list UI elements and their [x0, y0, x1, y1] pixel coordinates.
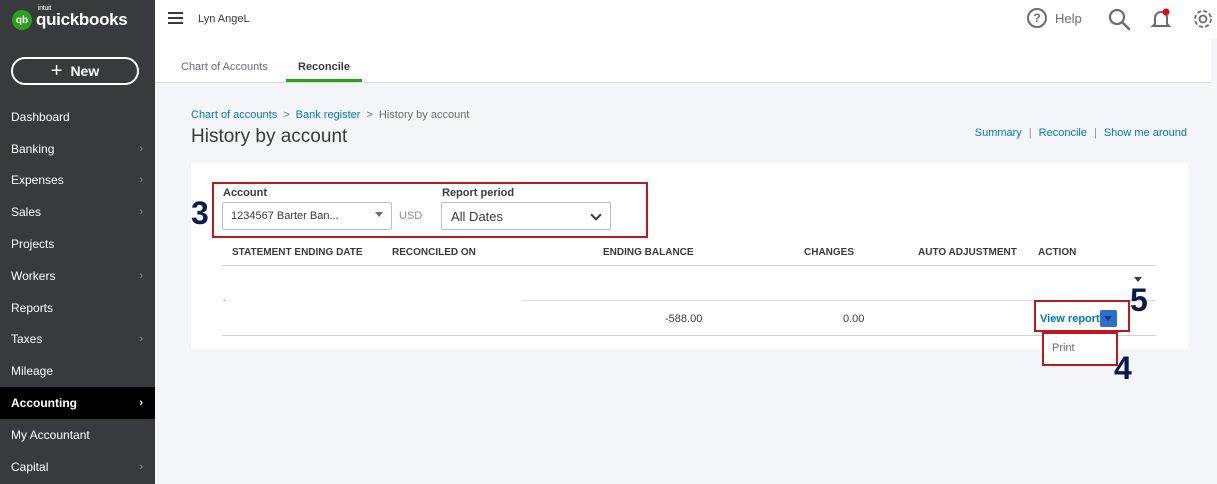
hamburger-menu-icon[interactable] [168, 12, 183, 24]
help-circle-icon: ? [1027, 8, 1047, 28]
chevron-right-icon: › [139, 397, 143, 410]
tab-chart-of-accounts[interactable]: Chart of Accounts [181, 61, 268, 73]
chevron-right-icon: › [139, 174, 143, 187]
sidebar-item-accounting[interactable]: Accounting › [0, 387, 155, 419]
breadcrumb-separator: > [366, 109, 373, 121]
sidebar-item-label: Projects [11, 237, 55, 252]
col-auto-adjustment[interactable]: AUTO ADJUSTMENT [918, 247, 1017, 258]
notification-dot [1162, 8, 1170, 16]
sidebar-item-label: Expenses [11, 173, 64, 188]
annotation-number-4: 4 [1114, 350, 1132, 386]
sidebar-item-banking[interactable]: Banking › [0, 133, 155, 165]
new-button-label: New [70, 63, 100, 79]
plus-icon: + [50, 60, 63, 82]
logo-text: intuit quickbooks [36, 5, 128, 30]
sidebar-item-my-accountant[interactable]: My Accountant [0, 419, 155, 451]
tab-bar: Chart of Accounts Reconcile [155, 38, 1211, 83]
col-changes[interactable]: CHANGES [804, 247, 854, 258]
sidebar-item-label: Dashboard [11, 109, 70, 124]
sidebar-item-label: Banking [11, 141, 55, 156]
notification-bell-icon[interactable] [1149, 7, 1173, 31]
annotation-box-filters [212, 182, 648, 238]
logo-intuit-text: intuit [38, 5, 51, 12]
link-divider: | [1028, 127, 1032, 139]
sidebar-item-label: Capital [11, 459, 49, 474]
table-header: STATEMENT ENDING DATE RECONCILED ON ENDI… [222, 246, 1156, 266]
breadcrumb-current: History by account [378, 109, 470, 121]
chevron-right-icon: › [139, 142, 143, 155]
sidebar-item-label: Mileage [11, 364, 54, 379]
sidebar-item-label: Sales [11, 205, 42, 220]
row-divider [222, 335, 1156, 336]
new-button[interactable]: + New [11, 57, 139, 85]
chevron-right-icon: › [139, 206, 143, 219]
annotation-box-view-report [1034, 300, 1130, 332]
logo-wordmark: quickbooks [36, 10, 128, 29]
sidebar-item-projects[interactable]: Projects [0, 228, 155, 260]
changes-cell: 0.00 [843, 313, 865, 325]
sidebar-item-taxes[interactable]: Taxes › [0, 324, 155, 356]
gear-icon[interactable] [1191, 7, 1215, 31]
header-links: Summary | Reconcile | Show me around [975, 127, 1187, 139]
summary-link[interactable]: Summary [975, 127, 1022, 139]
quickbooks-logo[interactable]: qb intuit quickbooks [12, 5, 128, 32]
annotation-number-3: 3 [191, 195, 209, 231]
active-tab-indicator [286, 79, 362, 82]
breadcrumb-bank-register[interactable]: Bank register [296, 109, 361, 121]
sidebar-item-sales[interactable]: Sales › [0, 196, 155, 228]
annotation-number-5: 5 [1130, 282, 1148, 318]
sidebar-item-capital[interactable]: Capital › [0, 451, 155, 483]
breadcrumb-chart-of-accounts[interactable]: Chart of accounts [191, 109, 277, 121]
breadcrumb: Chart of accounts > Bank register > History … [191, 109, 469, 121]
sidebar-item-label: My Accountant [11, 427, 90, 442]
tab-reconcile[interactable]: Reconcile [298, 61, 350, 73]
sidebar-item-mileage[interactable]: Mileage [0, 355, 155, 387]
sidebar-item-label: Workers [11, 268, 56, 283]
col-action: ACTION [1038, 247, 1077, 258]
sidebar-item-dashboard[interactable]: Dashboard [0, 101, 155, 133]
top-bar: Lyn AngeL ? Help [155, 0, 1217, 38]
col-statement-ending-date[interactable]: STATEMENT ENDING DATE [232, 247, 363, 258]
sidebar-item-workers[interactable]: Workers › [0, 260, 155, 292]
sidebar: qb intuit quickbooks + New Dashboard Ban… [0, 0, 155, 484]
page-title: History by account [191, 126, 348, 147]
sidebar-item-label: Accounting [11, 396, 77, 411]
link-divider: | [1093, 127, 1097, 139]
statement-date-cell: - [223, 295, 226, 305]
ending-balance-cell: -588.00 [665, 313, 703, 325]
company-name: Lyn AngeL [198, 13, 250, 25]
help-button[interactable]: ? Help [1027, 8, 1082, 28]
qb-logo-icon: qb [12, 10, 32, 30]
sidebar-item-expenses[interactable]: Expenses › [0, 165, 155, 197]
sidebar-item-reports[interactable]: Reports [0, 292, 155, 324]
col-ending-balance[interactable]: ENDING BALANCE [603, 247, 694, 258]
sidebar-nav: Dashboard Banking › Expenses › Sales › Proj… [0, 101, 155, 483]
chevron-right-icon: › [139, 333, 143, 346]
chevron-right-icon: › [139, 460, 143, 473]
breadcrumb-separator: > [283, 109, 290, 121]
show-me-around-link[interactable]: Show me around [1104, 127, 1187, 139]
sidebar-item-label: Reports [11, 300, 54, 315]
annotation-box-print [1042, 332, 1118, 366]
help-label: Help [1055, 10, 1082, 26]
col-reconciled-on[interactable]: RECONCILED ON [392, 247, 476, 258]
search-icon[interactable] [1107, 7, 1131, 31]
reconcile-link[interactable]: Reconcile [1039, 127, 1087, 139]
chevron-right-icon: › [139, 269, 143, 282]
sidebar-item-label: Taxes [11, 332, 43, 347]
